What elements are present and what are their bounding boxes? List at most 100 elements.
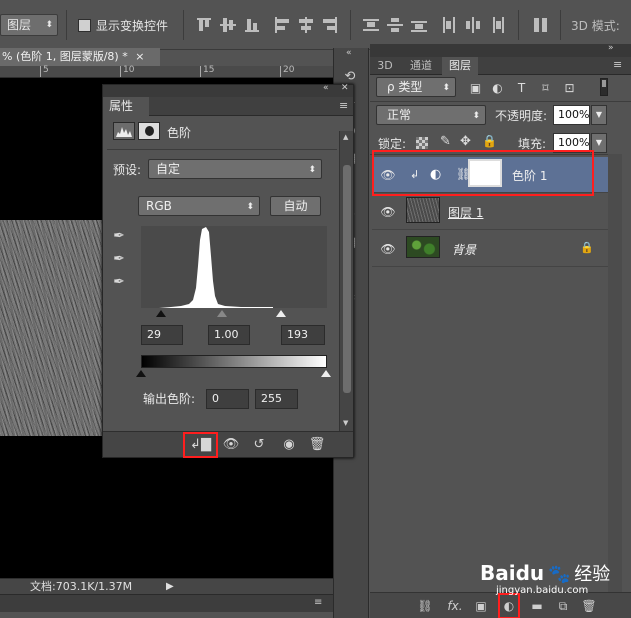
black-eyedropper-icon[interactable]: ✒ xyxy=(111,227,127,245)
reset-icon[interactable]: ↺ xyxy=(249,436,269,453)
align-hcenter-icon[interactable] xyxy=(297,16,315,34)
opacity-input[interactable]: 100% xyxy=(553,105,590,125)
scroll-down-icon[interactable]: ▼ xyxy=(343,419,348,427)
document-tab[interactable]: % (色阶 1, 图层蒙版/8) * × xyxy=(0,48,160,66)
preset-dropdown[interactable]: 自定 ⬍ xyxy=(148,159,322,179)
layers-tab-bar: 3D 通道 图层 ≡ xyxy=(370,57,631,75)
layers-scrollbar[interactable] xyxy=(608,154,622,598)
layer-thumbnail xyxy=(406,197,440,223)
output-gradient-bar xyxy=(141,355,327,368)
view-previous-icon[interactable]: 👁 xyxy=(221,436,241,453)
filter-smart-object-icon[interactable]: ⊡ xyxy=(562,81,577,96)
show-transform-checkbox[interactable] xyxy=(78,19,91,32)
properties-panel-header[interactable]: « ✕ xyxy=(103,83,353,97)
collapse-arrows-icon[interactable]: « xyxy=(323,83,329,93)
layer-name[interactable]: 图层 1 xyxy=(448,204,483,221)
output-black-field[interactable]: 0 xyxy=(206,389,249,409)
new-group-icon[interactable]: ▬ xyxy=(528,598,546,614)
input-white-slider[interactable] xyxy=(276,310,286,317)
distribute-left-icon[interactable] xyxy=(440,16,458,34)
fx-icon[interactable]: fx. xyxy=(446,598,464,614)
input-white-field[interactable]: 193 xyxy=(281,325,325,345)
distribute-vcenter-icon[interactable] xyxy=(386,16,404,34)
filter-adjustment-icon[interactable]: ◐ xyxy=(490,81,505,96)
delete-layer-icon[interactable]: 🗑 xyxy=(580,598,598,614)
align-bottom-icon[interactable] xyxy=(243,16,261,34)
filter-toggle-switch[interactable] xyxy=(600,78,608,96)
tab-properties[interactable]: 属性 xyxy=(103,97,149,116)
input-black-slider[interactable] xyxy=(156,310,166,317)
lock-image-icon[interactable]: ✎ xyxy=(440,134,451,149)
delete-adjustment-icon[interactable]: 🗑 xyxy=(307,436,327,453)
distribute-top-icon[interactable] xyxy=(362,16,380,34)
layer-name[interactable]: 背景 xyxy=(452,241,476,258)
auto-align-icon[interactable] xyxy=(532,16,550,34)
separator xyxy=(350,10,351,40)
visibility-eye-icon[interactable]: 👁 xyxy=(380,242,396,256)
panel-menu-icon[interactable]: ≡ xyxy=(339,99,348,112)
align-right-icon[interactable] xyxy=(321,16,339,34)
collapse-arrows-icon[interactable]: « xyxy=(346,48,352,58)
background-thumbnail xyxy=(406,236,440,258)
close-tab-icon[interactable]: × xyxy=(135,50,144,63)
document-tab-title: % (色阶 1, 图层蒙版/8) * xyxy=(2,50,128,63)
output-white-slider[interactable] xyxy=(321,370,331,377)
filter-kind-dropdown[interactable]: ρ 类型 ⬍ xyxy=(376,77,456,97)
visibility-eye-icon[interactable]: 👁 xyxy=(380,205,396,219)
clip-to-layer-icon[interactable]: ↲▇ xyxy=(183,432,218,458)
layer-row-background[interactable]: 👁 背景 🔒 xyxy=(372,231,608,267)
preset-value: 自定 xyxy=(156,162,181,176)
opacity-slider-toggle[interactable]: ▼ xyxy=(591,105,607,125)
panel-menu-icon[interactable]: ≡ xyxy=(613,58,622,71)
scroll-up-icon[interactable]: ▲ xyxy=(343,133,348,141)
close-panel-icon[interactable]: ✕ xyxy=(341,83,349,93)
panel-menu-icon[interactable]: ≡ xyxy=(314,597,322,608)
lock-transparent-icon[interactable] xyxy=(416,137,428,149)
distribute-hcenter-icon[interactable] xyxy=(464,16,482,34)
3d-mode-label: 3D 模式: xyxy=(571,19,620,33)
input-gamma-field[interactable]: 1.00 xyxy=(208,325,250,345)
blend-mode-dropdown[interactable]: 正常 ⬍ xyxy=(376,105,486,125)
align-left-icon[interactable] xyxy=(273,16,291,34)
properties-scrollbar[interactable]: ▲ ▼ xyxy=(339,131,353,431)
output-black-slider[interactable] xyxy=(136,370,146,377)
align-vcenter-icon[interactable] xyxy=(219,16,237,34)
link-layers-icon[interactable]: ⛓ xyxy=(416,598,434,614)
new-layer-icon[interactable]: ⧉ xyxy=(554,598,572,614)
add-mask-icon[interactable]: ▣ xyxy=(472,598,490,614)
lock-position-icon[interactable]: ✥ xyxy=(460,134,471,149)
white-eyedropper-icon[interactable]: ✒ xyxy=(111,273,127,291)
separator xyxy=(560,10,561,40)
distribute-bottom-icon[interactable] xyxy=(410,16,428,34)
levels-histogram xyxy=(141,226,327,308)
layers-panel-header[interactable]: » xyxy=(370,43,631,57)
tab-layers[interactable]: 图层 xyxy=(442,57,478,75)
horizontal-scrollbar[interactable]: ≡ xyxy=(0,594,333,612)
input-gamma-slider[interactable] xyxy=(217,310,227,317)
histogram-graph xyxy=(159,227,273,308)
new-adjustment-layer-icon[interactable]: ◐ xyxy=(498,593,520,618)
output-white-field[interactable]: 255 xyxy=(255,389,298,409)
channel-dropdown[interactable]: RGB ⬍ xyxy=(138,196,260,216)
layer-lock-icon: 🔒 xyxy=(580,241,594,254)
filter-pixel-icon[interactable]: ▣ xyxy=(468,81,483,96)
filter-type-icon[interactable]: T xyxy=(514,81,529,96)
gray-eyedropper-icon[interactable]: ✒ xyxy=(111,250,127,268)
tab-channels[interactable]: 通道 xyxy=(401,57,441,75)
layer-select-dropdown[interactable]: 图层 ⬍ xyxy=(0,14,58,36)
visibility-icon[interactable]: ◉ xyxy=(279,436,299,453)
layer-mask-icon[interactable] xyxy=(138,122,160,140)
align-top-icon[interactable] xyxy=(195,16,213,34)
status-menu-arrow-icon[interactable]: ▶ xyxy=(166,579,174,594)
lock-all-icon[interactable]: 🔒 xyxy=(482,134,497,148)
scroll-thumb[interactable] xyxy=(343,165,351,393)
auto-button[interactable]: 自动 xyxy=(270,196,321,216)
input-black-field[interactable]: 29 xyxy=(141,325,183,345)
filter-shape-icon[interactable]: ⌑ xyxy=(538,81,553,96)
dropdown-arrow-icon: ⬍ xyxy=(246,202,254,212)
tab-3d[interactable]: 3D xyxy=(370,57,400,75)
layer-row-layer1[interactable]: 👁 图层 1 xyxy=(372,194,608,230)
collapse-arrows-icon[interactable]: » xyxy=(608,43,614,53)
distribute-right-icon[interactable] xyxy=(488,16,506,34)
separator xyxy=(183,10,184,40)
